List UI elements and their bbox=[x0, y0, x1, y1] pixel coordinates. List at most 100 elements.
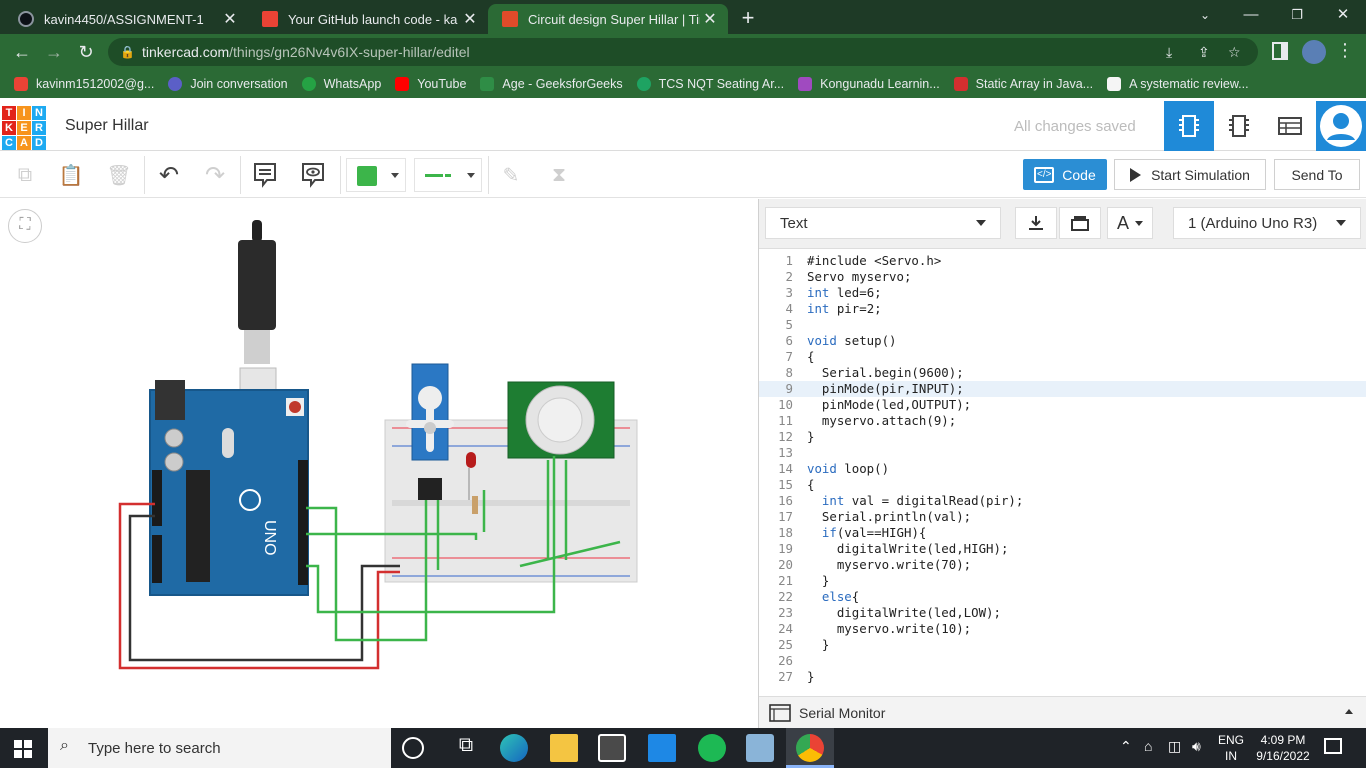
libraries-button[interactable] bbox=[1059, 207, 1101, 239]
windows-start-button[interactable] bbox=[14, 740, 32, 758]
tab-tinkercad-active[interactable]: Circuit design Super Hillar | Tinke ✕ bbox=[488, 4, 728, 34]
code-line[interactable]: 1 #include <Servo.h> bbox=[759, 253, 1366, 269]
code-line[interactable]: 23 digitalWrite(led,LOW); bbox=[759, 605, 1366, 621]
redo-icon[interactable]: ↷ bbox=[198, 158, 232, 192]
code-mode-dropdown[interactable]: Text bbox=[765, 207, 1001, 239]
serial-monitor-bar[interactable]: Serial Monitor bbox=[759, 696, 1366, 728]
start-simulation-button[interactable]: Start Simulation bbox=[1114, 159, 1266, 190]
taskbar-search[interactable]: ⌕ Type here to search bbox=[48, 728, 391, 768]
tab-search-icon[interactable]: ⌄ bbox=[1182, 0, 1228, 30]
code-button[interactable]: </> Code bbox=[1023, 159, 1107, 190]
notes-icon[interactable] bbox=[248, 158, 282, 192]
bookmark-gmail[interactable]: kavinm1512002@g... bbox=[14, 77, 154, 91]
language-indicator[interactable]: ENG IN bbox=[1214, 732, 1248, 764]
code-line[interactable]: 17 Serial.println(val); bbox=[759, 509, 1366, 525]
code-line[interactable]: 6 void setup() bbox=[759, 333, 1366, 349]
download-icon[interactable]: ⤓ bbox=[1166, 38, 1172, 66]
fill-color-picker[interactable] bbox=[346, 158, 406, 192]
restore-button[interactable]: ❐ bbox=[1274, 0, 1320, 30]
chrome-taskbar-button[interactable] bbox=[786, 728, 834, 768]
store-icon[interactable] bbox=[598, 734, 626, 762]
bookmark-whatsapp[interactable]: WhatsApp bbox=[301, 77, 381, 91]
paste-icon[interactable]: 📋 bbox=[54, 158, 88, 192]
arduino-uno-board[interactable]: UNO bbox=[149, 380, 309, 596]
tab-github-assignment[interactable]: kavin4450/ASSIGNMENT-1 ✕ bbox=[4, 4, 248, 34]
code-line[interactable]: 26 bbox=[759, 653, 1366, 669]
file-explorer-icon[interactable] bbox=[550, 734, 578, 762]
component-list-button[interactable] bbox=[1265, 101, 1315, 151]
code-line[interactable]: 10 pinMode(led,OUTPUT); bbox=[759, 397, 1366, 413]
new-tab-button[interactable]: + bbox=[734, 4, 762, 32]
font-size-button[interactable]: A bbox=[1107, 207, 1153, 239]
project-name[interactable]: Super Hillar bbox=[65, 117, 149, 135]
bookmark-systematic-review[interactable]: A systematic review... bbox=[1107, 77, 1249, 91]
spotify-icon[interactable] bbox=[698, 734, 726, 762]
forward-icon[interactable]: → bbox=[42, 40, 66, 64]
bookmark-youtube[interactable]: YouTube bbox=[395, 77, 466, 91]
code-line[interactable]: 7{ bbox=[759, 349, 1366, 365]
wifi-icon[interactable]: ◫ bbox=[1168, 738, 1181, 755]
pir-sensor[interactable] bbox=[507, 381, 615, 459]
tab-gmail-launch-code[interactable]: Your GitHub launch code - ka ✕ bbox=[248, 4, 488, 34]
code-line[interactable]: 20 myservo.write(70); bbox=[759, 557, 1366, 573]
code-line[interactable]: 8 Serial.begin(9600); bbox=[759, 365, 1366, 381]
tinkercad-logo[interactable]: T I N K E R C A D bbox=[2, 106, 46, 150]
network-icon[interactable]: ⌂ bbox=[1144, 738, 1152, 754]
notes-visibility-icon[interactable] bbox=[296, 158, 330, 192]
code-line[interactable]: 4 int pir=2; bbox=[759, 301, 1366, 317]
schematic-view-button[interactable] bbox=[1214, 101, 1264, 151]
code-line[interactable]: 11 myservo.attach(9); bbox=[759, 413, 1366, 429]
code-line[interactable]: 5 bbox=[759, 317, 1366, 333]
code-line[interactable]: 2 Servo myservo; bbox=[759, 269, 1366, 285]
back-icon[interactable]: ← bbox=[10, 40, 34, 64]
code-line[interactable]: 21 } bbox=[759, 573, 1366, 589]
code-line[interactable]: 14 void loop() bbox=[759, 461, 1366, 477]
share-icon[interactable]: ⇪ bbox=[1198, 38, 1210, 66]
notifications-icon[interactable] bbox=[1324, 738, 1342, 754]
code-line[interactable]: 15 { bbox=[759, 477, 1366, 493]
bookmark-star-icon[interactable]: ☆ bbox=[1228, 38, 1241, 66]
close-tab-icon[interactable]: ✕ bbox=[700, 9, 720, 29]
cortana-icon[interactable] bbox=[402, 737, 424, 759]
rotate-icon[interactable]: ✎ bbox=[494, 158, 528, 192]
code-line[interactable]: 24 myservo.write(10); bbox=[759, 621, 1366, 637]
volume-icon[interactable]: 🔊︎ bbox=[1192, 738, 1201, 755]
bookmark-tcs[interactable]: TCS NQT Seating Ar... bbox=[636, 77, 784, 91]
undo-icon[interactable]: ↶ bbox=[152, 158, 186, 192]
reload-icon[interactable]: ↻ bbox=[74, 40, 98, 64]
wire-type-picker[interactable] bbox=[414, 158, 482, 192]
circuit-view-button[interactable] bbox=[1164, 101, 1214, 151]
code-line[interactable]: 12} bbox=[759, 429, 1366, 445]
code-line[interactable]: 19 digitalWrite(led,HIGH); bbox=[759, 541, 1366, 557]
copy-icon[interactable]: ⧉ bbox=[8, 158, 42, 192]
mail-icon[interactable] bbox=[648, 734, 676, 762]
code-line[interactable]: 9 pinMode(pir,INPUT); bbox=[759, 381, 1366, 397]
code-line[interactable]: 16 int val = digitalRead(pir); bbox=[759, 493, 1366, 509]
close-tab-icon[interactable]: ✕ bbox=[460, 9, 480, 29]
code-text-area[interactable]: 1 #include <Servo.h> 2 Servo myservo; 3 int l… bbox=[759, 253, 1366, 693]
code-line[interactable]: 22 else{ bbox=[759, 589, 1366, 605]
code-line[interactable]: 25 } bbox=[759, 637, 1366, 653]
code-line[interactable]: 3 int led=6; bbox=[759, 285, 1366, 301]
user-avatar[interactable] bbox=[1316, 101, 1366, 151]
board-dropdown[interactable]: 1 (Arduino Uno R3) bbox=[1173, 207, 1361, 239]
address-bar[interactable]: 🔒 tinkercad.com/things/gn26Nv4v6IX-super… bbox=[108, 38, 1258, 66]
circuit-canvas[interactable]: ⛶ UNO bbox=[0, 199, 758, 728]
flip-icon[interactable]: ⧗ bbox=[542, 158, 576, 192]
code-line[interactable]: 13 bbox=[759, 445, 1366, 461]
download-code-button[interactable] bbox=[1015, 207, 1057, 239]
bookmark-teams[interactable]: Join conversation bbox=[168, 77, 288, 91]
delete-icon[interactable]: 🗑 bbox=[102, 158, 136, 192]
bookmark-geeksforgeeks[interactable]: Age - GeeksforGeeks bbox=[480, 77, 623, 91]
task-view-icon[interactable]: ⧉ bbox=[452, 734, 480, 762]
taskbar-clock[interactable]: 4:09 PM 9/16/2022 bbox=[1252, 732, 1314, 764]
edge-icon[interactable] bbox=[500, 734, 528, 762]
side-panel-icon[interactable] bbox=[1272, 42, 1288, 60]
notepad-icon[interactable] bbox=[746, 734, 774, 762]
expand-up-icon[interactable] bbox=[1345, 709, 1353, 714]
profile-avatar[interactable] bbox=[1302, 40, 1326, 64]
tray-chevron-icon[interactable]: ⌃ bbox=[1120, 738, 1132, 755]
code-line[interactable]: 27} bbox=[759, 669, 1366, 685]
bookmark-kongunadu[interactable]: Kongunadu Learnin... bbox=[798, 77, 940, 91]
bookmark-static-array[interactable]: Static Array in Java... bbox=[953, 77, 1093, 91]
